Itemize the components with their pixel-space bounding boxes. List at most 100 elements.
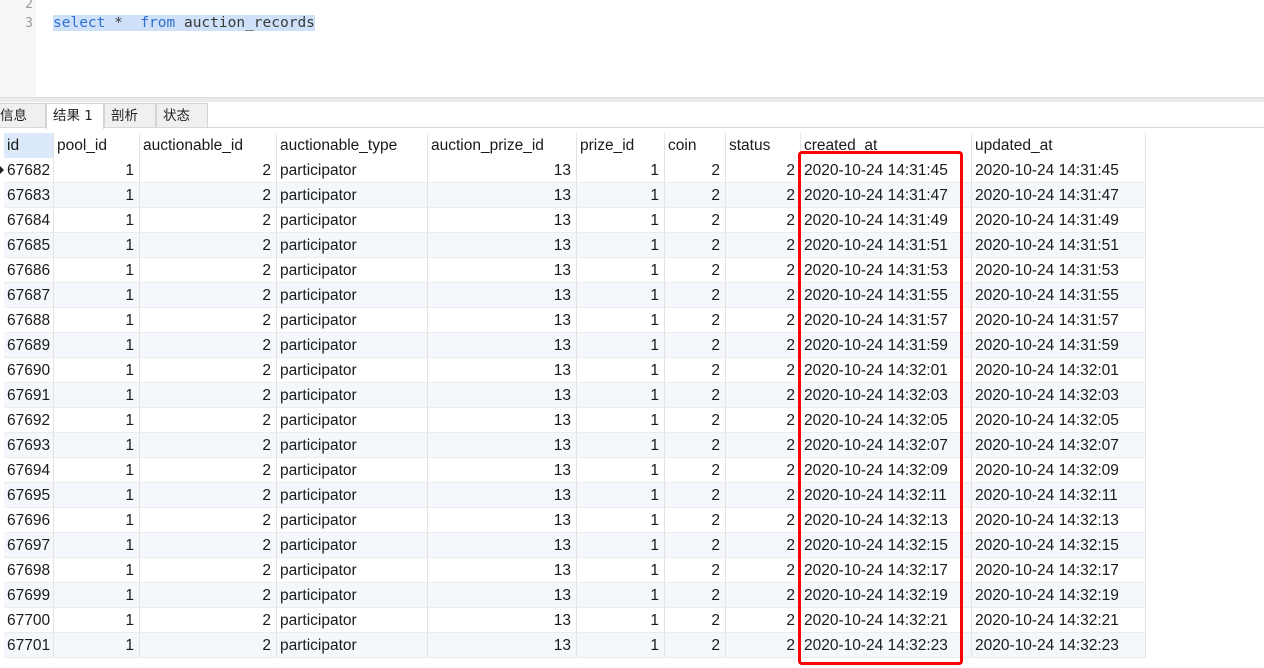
- column-header-pool-id[interactable]: pool_id: [54, 133, 140, 158]
- cell-pool-id[interactable]: 1: [54, 508, 140, 533]
- cell-status[interactable]: 2: [726, 183, 801, 208]
- tab-profile[interactable]: 剖析: [104, 103, 156, 127]
- cell-prize-id[interactable]: 1: [577, 433, 665, 458]
- cell-id[interactable]: 67700: [4, 608, 54, 633]
- cell-coin[interactable]: 2: [665, 583, 726, 608]
- cell-created-at[interactable]: 2020-10-24 14:32:01: [801, 358, 972, 383]
- cell-auction-prize-id[interactable]: 13: [428, 358, 577, 383]
- cell-prize-id[interactable]: 1: [577, 333, 665, 358]
- cell-coin[interactable]: 2: [665, 608, 726, 633]
- cell-coin[interactable]: 2: [665, 308, 726, 333]
- cell-created-at[interactable]: 2020-10-24 14:32:11: [801, 483, 972, 508]
- cell-coin[interactable]: 2: [665, 633, 726, 658]
- cell-created-at[interactable]: 2020-10-24 14:32:07: [801, 433, 972, 458]
- cell-created-at[interactable]: 2020-10-24 14:31:49: [801, 208, 972, 233]
- cell-created-at[interactable]: 2020-10-24 14:31:55: [801, 283, 972, 308]
- cell-prize-id[interactable]: 1: [577, 208, 665, 233]
- column-header-auction-prize-id[interactable]: auction_prize_id: [428, 133, 577, 158]
- cell-prize-id[interactable]: 1: [577, 633, 665, 658]
- cell-prize-id[interactable]: 1: [577, 233, 665, 258]
- cell-status[interactable]: 2: [726, 533, 801, 558]
- cell-coin[interactable]: 2: [665, 558, 726, 583]
- cell-auctionable-type[interactable]: participator: [277, 558, 428, 583]
- cell-status[interactable]: 2: [726, 483, 801, 508]
- cell-auction-prize-id[interactable]: 13: [428, 558, 577, 583]
- cell-status[interactable]: 2: [726, 633, 801, 658]
- cell-coin[interactable]: 2: [665, 458, 726, 483]
- cell-pool-id[interactable]: 1: [54, 308, 140, 333]
- cell-updated-at[interactable]: 2020-10-24 14:31:49: [972, 208, 1146, 233]
- cell-auctionable-id[interactable]: 2: [140, 383, 277, 408]
- cell-auctionable-type[interactable]: participator: [277, 208, 428, 233]
- cell-auctionable-type[interactable]: participator: [277, 183, 428, 208]
- cell-auctionable-id[interactable]: 2: [140, 258, 277, 283]
- cell-auction-prize-id[interactable]: 13: [428, 433, 577, 458]
- cell-status[interactable]: 2: [726, 283, 801, 308]
- cell-auctionable-type[interactable]: participator: [277, 358, 428, 383]
- cell-auctionable-type[interactable]: participator: [277, 458, 428, 483]
- cell-updated-at[interactable]: 2020-10-24 14:31:51: [972, 233, 1146, 258]
- cell-pool-id[interactable]: 1: [54, 458, 140, 483]
- cell-auction-prize-id[interactable]: 13: [428, 208, 577, 233]
- cell-pool-id[interactable]: 1: [54, 558, 140, 583]
- cell-updated-at[interactable]: 2020-10-24 14:32:05: [972, 408, 1146, 433]
- cell-status[interactable]: 2: [726, 508, 801, 533]
- column-header-id[interactable]: id: [4, 133, 54, 158]
- cell-auctionable-id[interactable]: 2: [140, 308, 277, 333]
- cell-id[interactable]: 67692: [4, 408, 54, 433]
- cell-prize-id[interactable]: 1: [577, 308, 665, 333]
- cell-id[interactable]: 67684: [4, 208, 54, 233]
- cell-auction-prize-id[interactable]: 13: [428, 458, 577, 483]
- cell-created-at[interactable]: 2020-10-24 14:31:47: [801, 183, 972, 208]
- cell-pool-id[interactable]: 1: [54, 608, 140, 633]
- cell-auctionable-type[interactable]: participator: [277, 608, 428, 633]
- cell-status[interactable]: 2: [726, 408, 801, 433]
- cell-pool-id[interactable]: 1: [54, 283, 140, 308]
- cell-id[interactable]: 67683: [4, 183, 54, 208]
- cell-id[interactable]: 67699: [4, 583, 54, 608]
- cell-updated-at[interactable]: 2020-10-24 14:32:13: [972, 508, 1146, 533]
- cell-auction-prize-id[interactable]: 13: [428, 233, 577, 258]
- cell-prize-id[interactable]: 1: [577, 508, 665, 533]
- cell-status[interactable]: 2: [726, 158, 801, 183]
- cell-id[interactable]: 67682: [4, 158, 54, 183]
- cell-prize-id[interactable]: 1: [577, 283, 665, 308]
- cell-auctionable-type[interactable]: participator: [277, 633, 428, 658]
- cell-id[interactable]: 67693: [4, 433, 54, 458]
- cell-auctionable-type[interactable]: participator: [277, 258, 428, 283]
- cell-id[interactable]: 67686: [4, 258, 54, 283]
- cell-auctionable-id[interactable]: 2: [140, 183, 277, 208]
- cell-auctionable-id[interactable]: 2: [140, 608, 277, 633]
- cell-auction-prize-id[interactable]: 13: [428, 333, 577, 358]
- cell-id[interactable]: 67691: [4, 383, 54, 408]
- cell-auction-prize-id[interactable]: 13: [428, 308, 577, 333]
- cell-prize-id[interactable]: 1: [577, 358, 665, 383]
- cell-coin[interactable]: 2: [665, 533, 726, 558]
- cell-id[interactable]: 67690: [4, 358, 54, 383]
- cell-prize-id[interactable]: 1: [577, 608, 665, 633]
- cell-auctionable-id[interactable]: 2: [140, 558, 277, 583]
- cell-status[interactable]: 2: [726, 458, 801, 483]
- cell-pool-id[interactable]: 1: [54, 408, 140, 433]
- cell-created-at[interactable]: 2020-10-24 14:32:09: [801, 458, 972, 483]
- cell-pool-id[interactable]: 1: [54, 333, 140, 358]
- column-header-auctionable-type[interactable]: auctionable_type: [277, 133, 428, 158]
- cell-auctionable-type[interactable]: participator: [277, 533, 428, 558]
- tab-info[interactable]: 信息: [0, 103, 46, 127]
- cell-prize-id[interactable]: 1: [577, 183, 665, 208]
- cell-created-at[interactable]: 2020-10-24 14:32:21: [801, 608, 972, 633]
- cell-auctionable-id[interactable]: 2: [140, 208, 277, 233]
- cell-prize-id[interactable]: 1: [577, 558, 665, 583]
- cell-coin[interactable]: 2: [665, 258, 726, 283]
- cell-auctionable-id[interactable]: 2: [140, 583, 277, 608]
- cell-updated-at[interactable]: 2020-10-24 14:31:53: [972, 258, 1146, 283]
- cell-pool-id[interactable]: 1: [54, 183, 140, 208]
- cell-auction-prize-id[interactable]: 13: [428, 258, 577, 283]
- cell-updated-at[interactable]: 2020-10-24 14:32:11: [972, 483, 1146, 508]
- cell-auction-prize-id[interactable]: 13: [428, 283, 577, 308]
- cell-created-at[interactable]: 2020-10-24 14:32:15: [801, 533, 972, 558]
- cell-coin[interactable]: 2: [665, 483, 726, 508]
- cell-pool-id[interactable]: 1: [54, 383, 140, 408]
- cell-updated-at[interactable]: 2020-10-24 14:31:55: [972, 283, 1146, 308]
- cell-updated-at[interactable]: 2020-10-24 14:32:01: [972, 358, 1146, 383]
